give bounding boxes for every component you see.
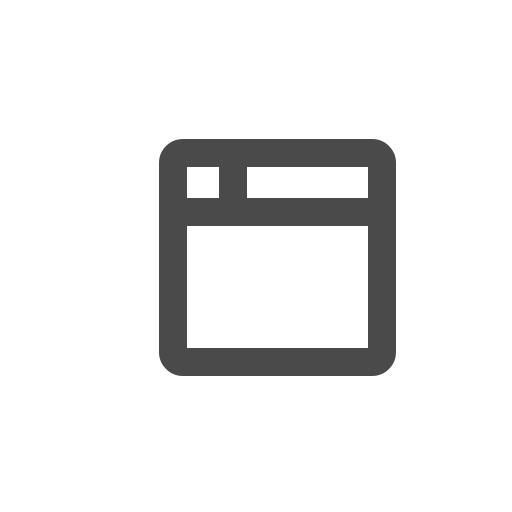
window-frame <box>159 139 396 376</box>
browser-window-icon-svg <box>159 139 396 376</box>
icon-canvas <box>0 0 512 512</box>
browser-window-icon <box>0 0 512 512</box>
